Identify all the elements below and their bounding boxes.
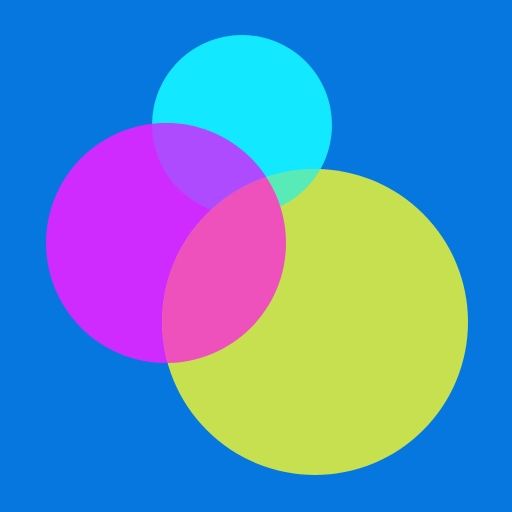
image-canvas [0, 0, 512, 512]
overlapping-circles-artwork [0, 0, 512, 512]
